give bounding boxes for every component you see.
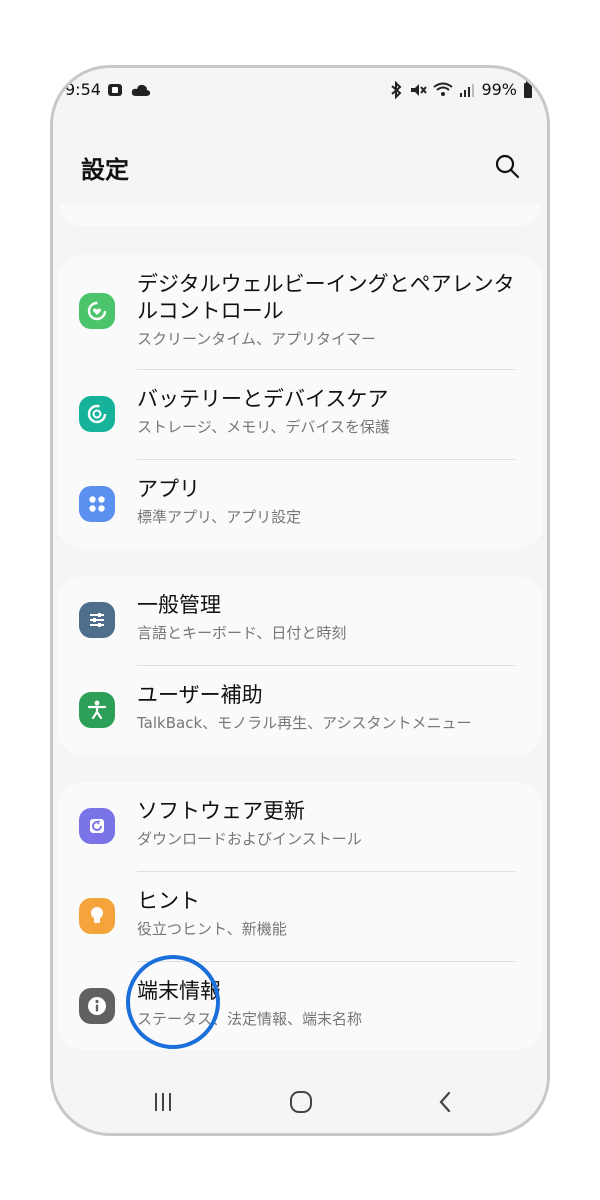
settings-item-title: 一般管理 [137,593,221,617]
settings-item-about-phone[interactable]: 端末情報 ステータス、法定情報、端末名称 [57,962,543,1050]
settings-item-subtitle: TalkBack、モノラル再生、アシスタントメニュー [137,714,472,732]
previous-settings-card [59,204,541,226]
settings-item-apps[interactable]: アプリ 標準アプリ、アプリ設定 [57,460,543,549]
settings-item-title: ユーザー補助 [137,683,263,707]
settings-item-subtitle: ダウンロードおよびインストール [137,830,362,848]
tips-icon [79,898,115,934]
device-care-icon [79,396,115,432]
settings-item-accessibility[interactable]: ユーザー補助 TalkBack、モノラル再生、アシスタントメニュー [57,666,543,756]
settings-group-3: ソフトウェア更新 ダウンロードおよびインストール ヒント 役立つヒント、新機能 … [57,782,543,1050]
settings-item-subtitle: ステータス、法定情報、端末名称 [137,1010,363,1028]
software-update-icon [79,808,115,844]
recent-apps-button[interactable] [149,1087,177,1117]
navigation-bar [53,1069,547,1133]
home-icon [290,1091,312,1113]
bluetooth-icon [391,80,402,99]
settings-item-title: アプリ [137,477,200,501]
status-bar: 9:54 99% [53,68,547,112]
recents-icon [155,1093,171,1111]
settings-item-title: バッテリーとデバイスケア [137,387,389,411]
settings-item-battery-device-care[interactable]: バッテリーとデバイスケア ストレージ、メモリ、デバイスを保護 [57,370,543,460]
signal-icon [460,83,475,97]
page-title: 設定 [81,156,129,184]
settings-item-software-update[interactable]: ソフトウェア更新 ダウンロードおよびインストール [57,782,543,872]
phone-frame: 9:54 99% 設定 デジタルウェルビーイングとペアレンタルコントロール スク… [50,65,550,1136]
settings-item-subtitle: 役立つヒント、新機能 [137,920,287,938]
settings-group-1: デジタルウェルビーイングとペアレンタルコントロール スクリーンタイム、アプリタイ… [57,255,543,549]
notification-icon [107,83,122,96]
wifi-icon [433,82,454,96]
status-time: 9:54 [65,80,101,99]
settings-item-general-management[interactable]: 一般管理 言語とキーボード、日付と時刻 [57,576,543,666]
settings-item-title: ヒント [137,889,200,913]
cloud-icon [131,84,151,96]
info-icon [79,988,115,1024]
back-button[interactable] [431,1087,459,1117]
settings-item-title: デジタルウェルビーイングとペアレンタルコントロール [137,272,515,323]
settings-item-digital-wellbeing[interactable]: デジタルウェルビーイングとペアレンタルコントロール スクリーンタイム、アプリタイ… [57,255,543,370]
battery-percentage: 99% [481,80,517,99]
settings-item-subtitle: スクリーンタイム、アプリタイマー [137,330,376,348]
settings-item-subtitle: 標準アプリ、アプリ設定 [137,508,302,526]
back-icon [439,1091,451,1113]
general-management-icon [79,602,115,638]
settings-item-subtitle: ストレージ、メモリ、デバイスを保護 [137,418,390,436]
battery-icon [524,80,532,98]
settings-item-title: 端末情報 [137,979,221,1003]
accessibility-icon [79,692,115,728]
apps-icon [79,486,115,522]
settings-item-subtitle: 言語とキーボード、日付と時刻 [137,624,347,642]
mute-icon [411,83,428,96]
digital-wellbeing-icon [79,293,115,329]
settings-item-tips[interactable]: ヒント 役立つヒント、新機能 [57,872,543,962]
settings-item-title: ソフトウェア更新 [137,799,305,823]
search-icon[interactable] [493,152,521,180]
settings-group-2: 一般管理 言語とキーボード、日付と時刻 ユーザー補助 TalkBack、モノラル… [57,576,543,756]
home-button[interactable] [287,1087,315,1117]
